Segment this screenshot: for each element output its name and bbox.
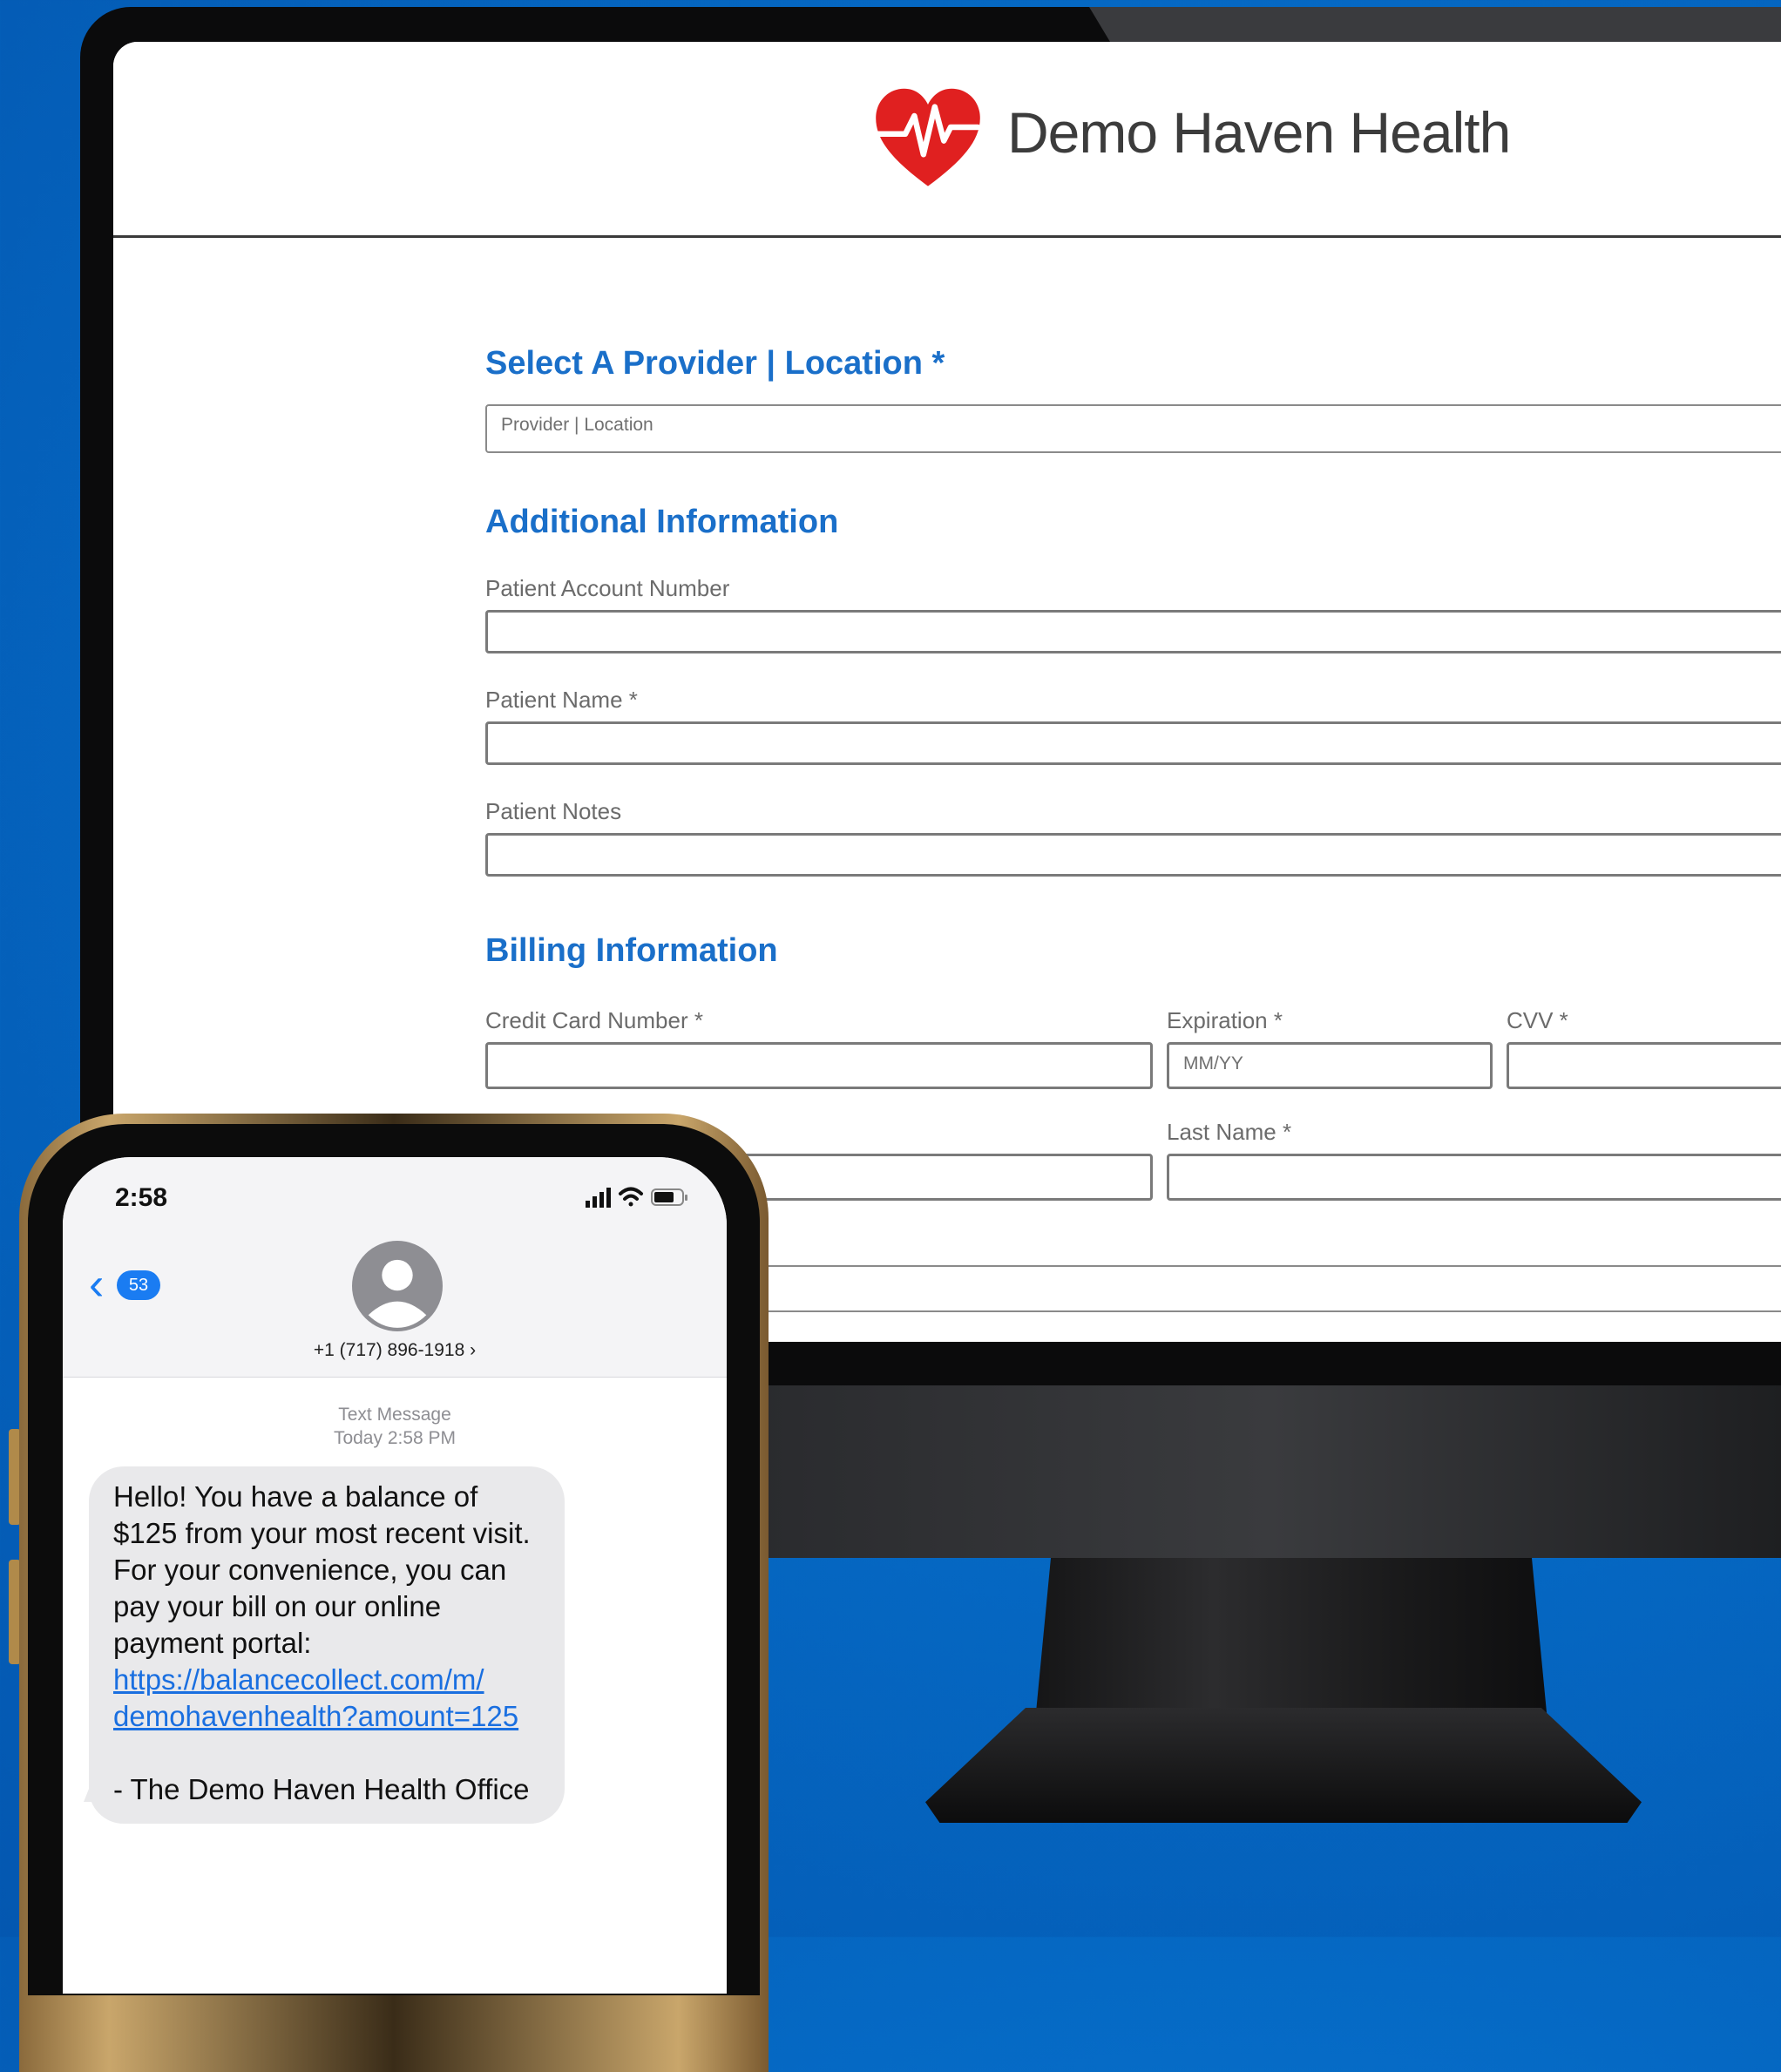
phone-messages-screen: 2:58 ‹ 53 +1 (717) 896-1918 › Text Messa… (63, 1157, 727, 1994)
message-type-label: Text Message (338, 1405, 451, 1425)
billing-info-heading: Billing Information (485, 932, 778, 969)
last-name-input[interactable] (1167, 1154, 1781, 1201)
cvv-label: CVV * (1507, 1007, 1568, 1033)
back-chevron-icon[interactable]: ‹ (89, 1262, 104, 1307)
heart-pulse-icon (875, 88, 981, 186)
patient-name-label: Patient Name * (485, 687, 638, 713)
battery-icon (651, 1188, 687, 1206)
patient-account-number-label: Patient Account Number (485, 575, 730, 601)
provider-heading: Select A Provider | Location * (485, 345, 945, 382)
monitor-glare (1089, 7, 1781, 42)
brand-name[interactable]: Demo Haven Health (1007, 99, 1511, 166)
messages-header: 2:58 ‹ 53 +1 (717) 896-1918 › (63, 1157, 727, 1378)
provider-location-select[interactable]: Provider | Location (485, 404, 1781, 453)
cvv-input[interactable] (1507, 1042, 1781, 1089)
additional-info-heading: Additional Information (485, 504, 839, 540)
card-number-input[interactable] (485, 1042, 1153, 1089)
message-timestamp: Today 2:58 PM (333, 1428, 457, 1448)
card-number-label: Credit Card Number * (485, 1007, 703, 1033)
contact-avatar-icon[interactable] (352, 1241, 443, 1331)
last-name-label: Last Name * (1167, 1119, 1292, 1145)
expiration-label: Expiration * (1167, 1007, 1283, 1033)
message-bubble: Hello! You have a balance of $125 from y… (89, 1466, 565, 1824)
unread-count-badge[interactable]: 53 (117, 1270, 160, 1300)
contact-number[interactable]: +1 (717) 896-1918 › (63, 1340, 727, 1361)
message-body: Hello! You have a balance of $125 from y… (113, 1480, 531, 1659)
message-signature: - The Demo Haven Health Office (113, 1773, 530, 1805)
wifi-icon (619, 1187, 643, 1207)
status-time: 2:58 (115, 1183, 168, 1212)
status-icons (586, 1187, 687, 1208)
payment-link-line-1[interactable]: https://balancecollect.com/m/ (113, 1662, 540, 1698)
patient-account-number-input[interactable] (485, 610, 1781, 653)
patient-notes-label: Patient Notes (485, 798, 622, 824)
signal-icon (586, 1188, 611, 1208)
expiration-input[interactable]: MM/YY (1167, 1042, 1493, 1089)
site-header: Demo Haven Health (113, 42, 1781, 238)
payment-link-line-2[interactable]: demohavenhealth?amount=125 (113, 1698, 540, 1735)
patient-notes-input[interactable] (485, 833, 1781, 877)
monitor-stand-base (925, 1708, 1642, 1823)
patient-name-input[interactable] (485, 721, 1781, 765)
